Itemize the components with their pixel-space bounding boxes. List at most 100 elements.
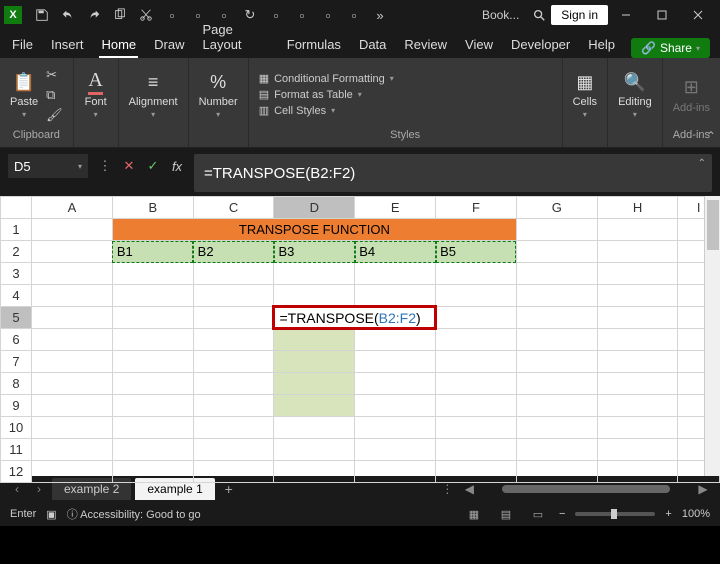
copy-icon[interactable] <box>108 3 132 27</box>
cell[interactable] <box>32 351 113 373</box>
cell[interactable] <box>597 307 678 329</box>
zoom-out-icon[interactable]: − <box>559 508 565 520</box>
cell[interactable] <box>355 417 436 439</box>
col-header-G[interactable]: G <box>516 197 597 219</box>
cell[interactable] <box>193 329 274 351</box>
redo-icon[interactable] <box>82 3 106 27</box>
cell[interactable] <box>516 219 597 241</box>
cell[interactable] <box>597 417 678 439</box>
col-header-C[interactable]: C <box>193 197 274 219</box>
tab-file[interactable]: File <box>10 33 35 58</box>
cell[interactable] <box>274 263 355 285</box>
row-header-1[interactable]: 1 <box>1 219 32 241</box>
cell[interactable] <box>193 417 274 439</box>
cell[interactable] <box>516 461 597 483</box>
tab-developer[interactable]: Developer <box>509 33 572 58</box>
cell-D9[interactable] <box>274 395 355 417</box>
share-button[interactable]: 🔗 Share ▾ <box>631 38 710 58</box>
col-header-H[interactable]: H <box>597 197 678 219</box>
alignment-button[interactable]: ≡ Alignment ▾ <box>129 70 178 119</box>
cell-C2[interactable]: B2 <box>193 241 274 263</box>
view-normal-icon[interactable]: ▦ <box>463 506 485 522</box>
formula-bar-expand-icon[interactable]: ⌃ <box>698 158 706 169</box>
cell[interactable] <box>355 351 436 373</box>
worksheet-grid[interactable]: A B C D E F G H I 1 TRANSPOSE FUNCTION 2… <box>0 196 720 476</box>
sheet-more-icon[interactable]: ⋮ <box>438 482 456 496</box>
cell[interactable] <box>516 351 597 373</box>
cell[interactable] <box>436 439 517 461</box>
vertical-scrollbar[interactable] <box>704 196 720 476</box>
cell-D7[interactable] <box>274 351 355 373</box>
qat-icon[interactable]: ▫ <box>316 3 340 27</box>
col-header-A[interactable]: A <box>32 197 113 219</box>
sheet-prev-icon[interactable]: ‹ <box>8 482 26 496</box>
cell[interactable] <box>436 395 517 417</box>
tab-home[interactable]: Home <box>99 33 138 58</box>
scrollbar-thumb[interactable] <box>707 200 719 250</box>
cell[interactable] <box>597 285 678 307</box>
copy-icon[interactable]: ⧉ <box>46 87 63 103</box>
cell[interactable] <box>516 263 597 285</box>
row-header-7[interactable]: 7 <box>1 351 32 373</box>
cell[interactable] <box>516 395 597 417</box>
zoom-slider-thumb[interactable] <box>611 509 617 519</box>
cell[interactable] <box>112 351 193 373</box>
formula-more-icon[interactable]: ⋮ <box>94 155 116 177</box>
conditional-formatting-button[interactable]: ▦ Conditional Formatting ▾ <box>259 72 394 85</box>
cell[interactable] <box>112 329 193 351</box>
view-page-break-icon[interactable]: ▭ <box>527 506 549 522</box>
row-header-4[interactable]: 4 <box>1 285 32 307</box>
tab-help[interactable]: Help <box>586 33 617 58</box>
cell[interactable] <box>193 373 274 395</box>
cell-D2[interactable]: B3 <box>274 241 355 263</box>
tab-view[interactable]: View <box>463 33 495 58</box>
cell[interactable] <box>436 373 517 395</box>
cell[interactable] <box>32 307 113 329</box>
row-header-12[interactable]: 12 <box>1 461 32 483</box>
cell[interactable] <box>112 439 193 461</box>
col-header-D[interactable]: D <box>274 197 355 219</box>
cut-icon[interactable] <box>134 3 158 27</box>
tab-insert[interactable]: Insert <box>49 33 86 58</box>
cell[interactable] <box>112 417 193 439</box>
scrollbar-thumb[interactable] <box>502 485 670 493</box>
cell[interactable] <box>193 439 274 461</box>
zoom-percent[interactable]: 100% <box>682 508 710 520</box>
cell[interactable] <box>516 373 597 395</box>
tab-draw[interactable]: Draw <box>152 33 186 58</box>
format-as-table-button[interactable]: ▤ Format as Table ▾ <box>259 88 394 101</box>
cell[interactable] <box>32 219 113 241</box>
tab-data[interactable]: Data <box>357 33 388 58</box>
cell[interactable] <box>193 307 274 329</box>
cell[interactable] <box>274 417 355 439</box>
cell[interactable] <box>436 329 517 351</box>
tab-page-layout[interactable]: Page Layout <box>201 18 271 58</box>
add-sheet-button[interactable]: + <box>219 481 239 497</box>
select-all-corner[interactable] <box>1 197 32 219</box>
cell[interactable] <box>355 373 436 395</box>
cell[interactable] <box>112 285 193 307</box>
qat-icon[interactable]: ▫ <box>160 3 184 27</box>
formula-enter-icon[interactable]: ✓ <box>142 155 164 177</box>
cell[interactable] <box>355 461 436 483</box>
cell[interactable] <box>597 263 678 285</box>
cell[interactable] <box>597 241 678 263</box>
row-header-3[interactable]: 3 <box>1 263 32 285</box>
cell-merged-title[interactable]: TRANSPOSE FUNCTION <box>112 219 516 241</box>
cell[interactable] <box>32 395 113 417</box>
editing-button[interactable]: 🔍 Editing ▾ <box>618 70 652 119</box>
paste-button[interactable]: 📋 Paste ▾ <box>10 70 38 119</box>
cell[interactable] <box>193 285 274 307</box>
cell[interactable] <box>32 373 113 395</box>
fx-icon[interactable]: fx <box>166 155 188 177</box>
cell[interactable] <box>355 395 436 417</box>
cell[interactable] <box>112 263 193 285</box>
cell-E2[interactable]: B4 <box>355 241 436 263</box>
cell[interactable] <box>193 351 274 373</box>
cell[interactable] <box>516 329 597 351</box>
cell[interactable] <box>112 307 193 329</box>
ribbon-collapse-icon[interactable]: ⌃ <box>706 129 716 143</box>
close-icon[interactable] <box>680 1 716 29</box>
cell[interactable] <box>193 263 274 285</box>
cell-F2[interactable]: B5 <box>436 241 517 263</box>
